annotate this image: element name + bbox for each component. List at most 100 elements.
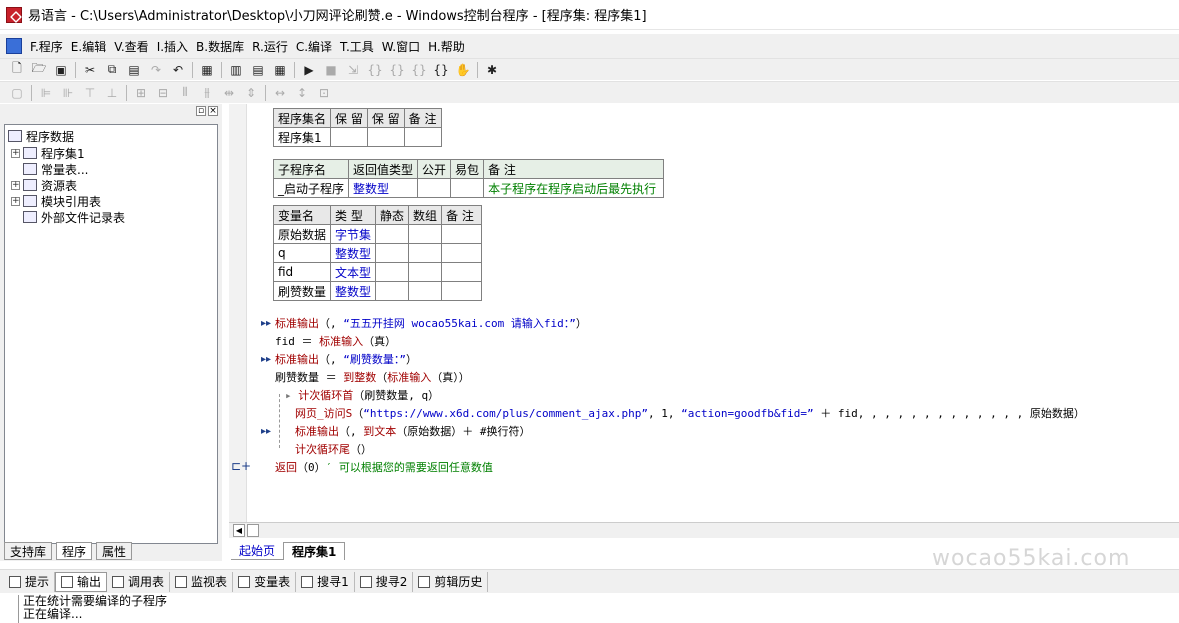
menu-help[interactable]: H.帮助 <box>424 38 469 55</box>
code-line[interactable]: 返回（0）′ 可以根据您的需要返回任意数值 <box>275 459 493 475</box>
table-cell[interactable] <box>450 178 485 198</box>
same-height-icon[interactable]: ↕ <box>291 83 313 103</box>
table-cell[interactable] <box>441 243 483 263</box>
code-line[interactable]: 标准输出（, 到文本（原始数据）＋ #换行符） <box>295 423 531 439</box>
tab-variables[interactable]: 变量表 <box>233 571 297 592</box>
table-cell[interactable] <box>408 243 443 263</box>
table-cell[interactable]: fid <box>272 262 332 282</box>
table-row[interactable]: fid 文本型 <box>272 262 483 282</box>
table-cell[interactable] <box>417 178 452 198</box>
find-icon[interactable]: ▦ <box>196 60 218 80</box>
code-line[interactable]: 刷赞数量 ＝ 到整数（标准输入（真）） <box>275 369 470 385</box>
braces-icon[interactable]: {} <box>430 60 452 80</box>
hand-icon[interactable]: ✋ <box>452 60 474 80</box>
align-top-icon[interactable]: ⊤ <box>79 83 101 103</box>
tab-start-page[interactable]: 起始页 <box>231 542 284 560</box>
table-cell[interactable]: 整数型 <box>348 178 419 198</box>
align-left-icon[interactable]: ⊫ <box>35 83 57 103</box>
tree-item-modules[interactable]: + 模块引用表 <box>11 193 101 209</box>
code-line[interactable]: fid ＝ 标准输入（真） <box>275 333 396 349</box>
tab-program[interactable]: 程序 <box>56 542 93 560</box>
close-icon[interactable]: × <box>208 106 218 116</box>
tree-item-program-set[interactable]: + 程序集1 <box>11 145 85 161</box>
table-cell[interactable] <box>408 224 443 244</box>
code-line[interactable]: 标准输出（, “刷赞数量：”） <box>275 351 417 367</box>
new-file-icon[interactable]: 🗋 <box>6 60 28 80</box>
tab-program-set-1[interactable]: 程序集1 <box>283 541 346 560</box>
table-row[interactable]: 刷赞数量 整数型 <box>272 281 483 301</box>
table-cell[interactable] <box>375 243 410 263</box>
tab-watch[interactable]: 监视表 <box>170 571 234 592</box>
center-h-icon[interactable]: ⊞ <box>130 83 152 103</box>
tab-properties[interactable]: 属性 <box>96 542 133 560</box>
output-panel[interactable]: 正在统计需要编译的子程序 正在编译... <box>18 595 1179 623</box>
tree-item-external-files[interactable]: 外部文件记录表 <box>23 209 125 225</box>
cut-icon[interactable]: ✂ <box>79 60 101 80</box>
table-cell[interactable] <box>441 224 483 244</box>
table-cell[interactable]: q <box>272 243 332 263</box>
table-cell[interactable]: 程序集1 <box>272 127 332 147</box>
menu-tools[interactable]: T.工具 <box>336 38 378 55</box>
step-icon[interactable]: ⇲ <box>342 60 364 80</box>
table-cell[interactable] <box>366 127 405 147</box>
layout1-icon[interactable]: ▥ <box>225 60 247 80</box>
tab-clip-history[interactable]: 剪辑历史 <box>413 571 489 592</box>
scroll-thumb[interactable] <box>247 524 259 537</box>
menu-compile[interactable]: C.编译 <box>292 38 336 55</box>
table-cell[interactable] <box>408 281 443 301</box>
dist-v-icon[interactable]: ⫵ <box>196 83 218 103</box>
same-width-icon[interactable]: ↔ <box>269 83 291 103</box>
table-cell[interactable]: 原始数据 <box>272 224 332 244</box>
stop-icon[interactable]: ■ <box>320 60 342 80</box>
align-right-icon[interactable]: ⊪ <box>57 83 79 103</box>
tree-item-constants[interactable]: 常量表... <box>23 161 88 177</box>
space-v-icon[interactable]: ⇕ <box>240 83 262 103</box>
tree-item-resources[interactable]: + 资源表 <box>11 177 77 193</box>
menu-run[interactable]: R.运行 <box>248 38 292 55</box>
save-icon[interactable]: ▣ <box>50 60 72 80</box>
tab-support-library[interactable]: 支持库 <box>4 542 53 560</box>
menu-window[interactable]: W.窗口 <box>378 38 424 55</box>
table-cell[interactable] <box>441 262 483 282</box>
horizontal-scrollbar[interactable]: ◀ <box>229 522 1179 538</box>
run-icon[interactable]: ▶ <box>298 60 320 80</box>
pin-icon[interactable]: ▫ <box>196 106 206 116</box>
layout3-icon[interactable]: ▦ <box>269 60 291 80</box>
align-bottom-icon[interactable]: ⊥ <box>101 83 123 103</box>
align-icon[interactable]: ▢ <box>6 83 28 103</box>
scroll-left-icon[interactable]: ◀ <box>233 524 245 537</box>
expand-icon[interactable]: + <box>11 180 20 190</box>
step-into-icon[interactable]: {} <box>364 60 386 80</box>
table-cell[interactable] <box>441 281 483 301</box>
expand-icon[interactable]: + <box>11 148 20 158</box>
code-editor[interactable]: 程序集名 保 留 保 留 备 注 程序集1 子程序名 返回值类型 公开 易包 备… <box>229 104 1179 522</box>
table-cell[interactable]: 整数型 <box>330 281 377 301</box>
code-line[interactable]: ▸ 计次循环首（刷赞数量, q） <box>285 387 439 403</box>
tree-root[interactable]: 程序数据 <box>8 128 74 144</box>
table-cell[interactable] <box>375 224 410 244</box>
table-cell[interactable]: _启动子程序 <box>272 178 350 198</box>
space-h-icon[interactable]: ⇹ <box>218 83 240 103</box>
step-out-icon[interactable]: {} <box>408 60 430 80</box>
table-row[interactable]: q 整数型 <box>272 243 483 263</box>
open-folder-icon[interactable]: 🗁 <box>28 60 50 80</box>
debug-icon[interactable]: ✱ <box>481 60 503 80</box>
menu-insert[interactable]: I.插入 <box>153 38 192 55</box>
tab-call-stack[interactable]: 调用表 <box>107 571 171 592</box>
table-cell[interactable]: 字节集 <box>330 224 377 244</box>
tab-search-2[interactable]: 搜寻2 <box>355 571 414 592</box>
center-v-icon[interactable]: ⊟ <box>152 83 174 103</box>
undo-icon[interactable]: ↶ <box>167 60 189 80</box>
step-over-icon[interactable]: {} <box>386 60 408 80</box>
tab-hint[interactable]: 提示 <box>4 571 56 592</box>
menu-view[interactable]: V.查看 <box>110 38 152 55</box>
menu-database[interactable]: B.数据库 <box>192 38 248 55</box>
paste-icon[interactable]: ▤ <box>123 60 145 80</box>
table-row[interactable]: 原始数据 字节集 <box>272 224 483 244</box>
expand-icon[interactable]: + <box>11 196 20 206</box>
code-line[interactable]: 计次循环尾（） <box>295 441 372 457</box>
code-line[interactable]: 标准输出（, “五五开挂网 wocao55kai.com 请输入fid：”） <box>275 315 587 331</box>
same-size-icon[interactable]: ⊡ <box>313 83 335 103</box>
table-cell[interactable] <box>403 127 442 147</box>
copy-icon[interactable]: ⧉ <box>101 60 123 80</box>
